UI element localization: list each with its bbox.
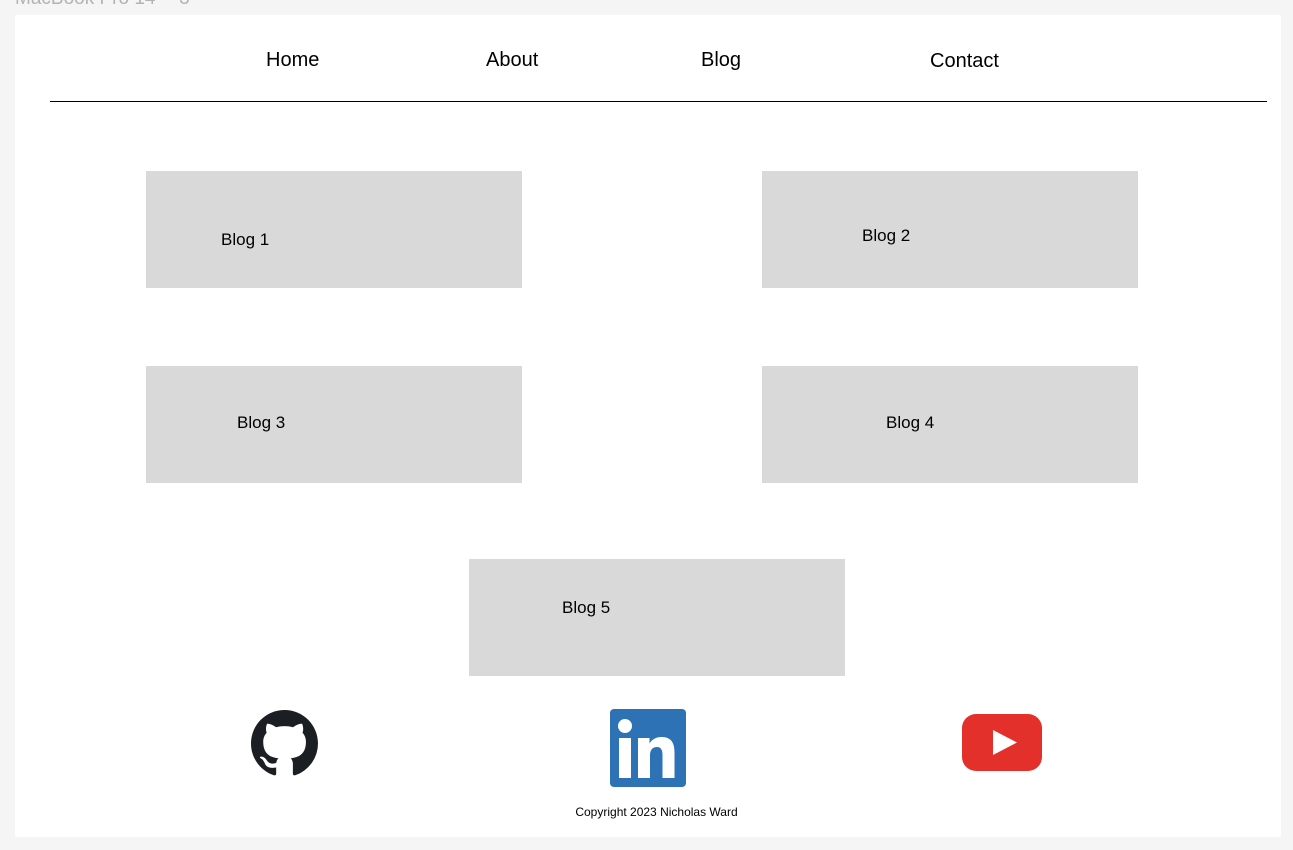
blog-card-label: Blog 3	[237, 413, 286, 432]
blog-card-2[interactable]: Blog 2	[762, 171, 1138, 288]
page-frame: Home About Blog Contact Blog 1 Blog 2 Bl…	[15, 15, 1281, 837]
nav-divider	[50, 101, 1267, 102]
blog-card-3[interactable]: Blog 3	[146, 366, 522, 483]
nav-blog-link[interactable]: Blog	[701, 49, 741, 72]
blog-card-label: Blog 4	[886, 413, 935, 432]
github-icon	[251, 710, 318, 776]
nav-contact-link[interactable]: Contact	[930, 50, 999, 73]
nav-about-link[interactable]: About	[486, 49, 538, 72]
blog-card-label: Blog 5	[562, 598, 611, 617]
youtube-icon	[962, 714, 1042, 771]
blog-card-label: Blog 1	[221, 230, 270, 249]
youtube-link[interactable]	[962, 714, 1042, 776]
linkedin-link[interactable]	[610, 709, 686, 792]
copyright-text: Copyright 2023 Nicholas Ward	[575, 805, 738, 819]
github-link[interactable]	[251, 710, 318, 782]
nav-home-link[interactable]: Home	[266, 49, 319, 72]
linkedin-icon	[610, 709, 686, 787]
blog-card-label: Blog 2	[862, 226, 911, 245]
blog-card-4[interactable]: Blog 4	[762, 366, 1138, 483]
blog-card-1[interactable]: Blog 1	[146, 171, 522, 288]
blog-card-5[interactable]: Blog 5	[469, 559, 845, 676]
frame-label: MacBook Pro 14" - 3	[15, 0, 190, 10]
